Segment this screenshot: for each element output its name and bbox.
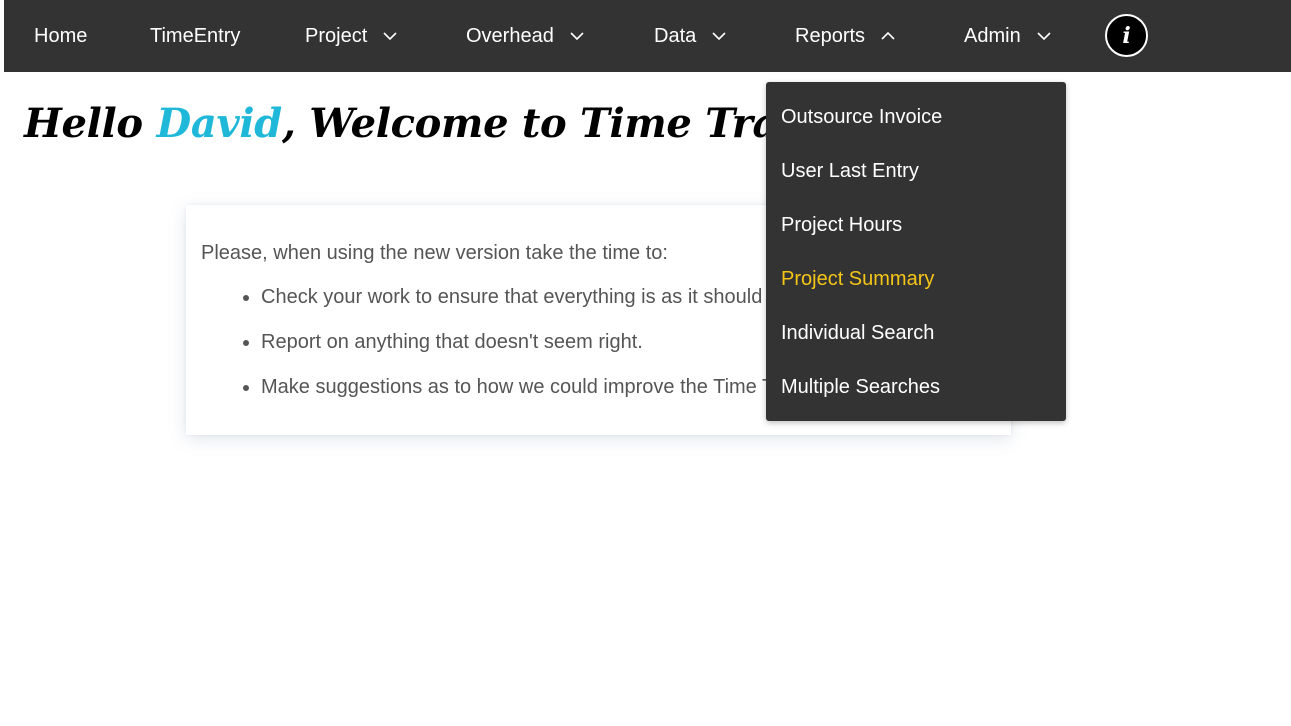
menu-item-user-last-entry[interactable]: User Last Entry <box>781 156 919 186</box>
welcome-greeting: Hello <box>24 100 157 147</box>
notice-intro: Please, when using the new version take … <box>201 242 668 264</box>
menu-item-multiple-searches[interactable]: Multiple Searches <box>781 372 940 402</box>
nav-data[interactable]: Data <box>654 0 726 72</box>
nav-overhead[interactable]: Overhead <box>466 0 584 72</box>
chevron-up-icon <box>881 29 895 43</box>
info-icon-glyph: i <box>1122 22 1131 49</box>
info-icon[interactable]: i <box>1105 14 1148 57</box>
nav-home[interactable]: Home <box>34 0 87 72</box>
menu-item-individual-search[interactable]: Individual Search <box>781 318 934 348</box>
nav-project-label: Project <box>305 24 368 47</box>
chevron-down-icon <box>570 29 584 43</box>
chevron-down-icon <box>1037 29 1051 43</box>
menu-item-project-hours[interactable]: Project Hours <box>781 210 902 240</box>
nav-home-label: Home <box>34 24 88 47</box>
reports-dropdown-menu: Outsource Invoice User Last Entry Projec… <box>766 82 1066 421</box>
nav-overhead-label: Overhead <box>466 24 554 47</box>
nav-admin-label: Admin <box>964 24 1021 47</box>
menu-item-project-summary[interactable]: Project Summary <box>781 264 934 294</box>
nav-reports-label: Reports <box>795 24 866 47</box>
nav-reports[interactable]: Reports <box>795 0 895 72</box>
nav-data-label: Data <box>654 24 697 47</box>
nav-admin[interactable]: Admin <box>964 0 1051 72</box>
chevron-down-icon <box>383 29 397 43</box>
nav-timeentry-label: TimeEntry <box>150 24 241 47</box>
menu-item-outsource-invoice[interactable]: Outsource Invoice <box>781 102 942 132</box>
top-navbar: Home TimeEntry Project Overhead Data Rep… <box>4 0 1291 72</box>
welcome-user-name: David <box>156 100 282 147</box>
nav-timeentry[interactable]: TimeEntry <box>150 0 240 72</box>
nav-project[interactable]: Project <box>305 0 397 72</box>
chevron-down-icon <box>712 29 726 43</box>
